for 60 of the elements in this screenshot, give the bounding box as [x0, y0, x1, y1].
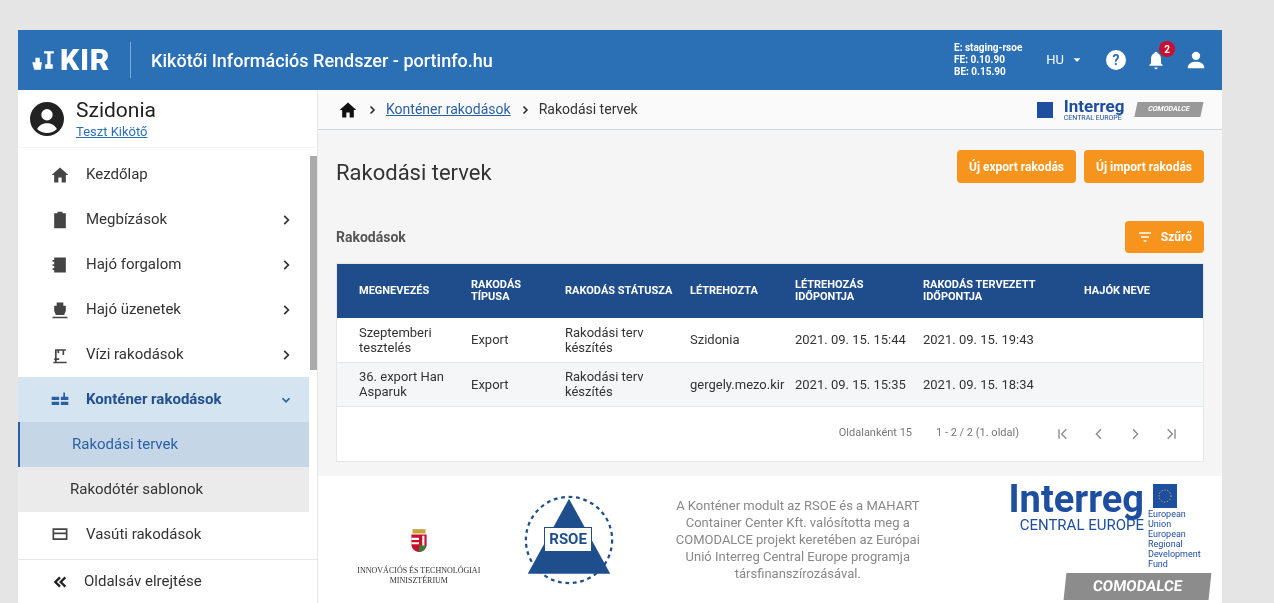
bell-icon: [1146, 50, 1166, 70]
environment-info: E: staging-rsoe: [954, 42, 1023, 54]
table-cell: Szidonia: [690, 332, 740, 348]
column-header[interactable]: RAKODÁS TERVEZETT IDŐPONTJA: [923, 264, 1084, 318]
sidebar-item[interactable]: Hajó forgalom: [18, 242, 309, 287]
ministry-name: INNOVÁCIÓS ÉS TECHNOLÓGIAI MINISZTÉRIUM: [356, 565, 482, 586]
partner-logo-name: Interreg: [1063, 97, 1125, 115]
help-button[interactable]: ?: [1106, 50, 1126, 70]
table-cell: 2021. 09. 15. 18:34: [923, 376, 1034, 392]
column-header[interactable]: LÉTREHOZTA: [690, 264, 795, 318]
table-cell: 36. export Han Asparuk: [359, 369, 445, 399]
filter-icon: [1136, 229, 1153, 245]
table-cell: Szeptemberi tesztelés: [359, 324, 432, 355]
sidebar-item[interactable]: Hajó üzenetek: [18, 287, 309, 332]
column-header[interactable]: MEGNEVEZÉS: [337, 264, 471, 318]
table-cell: Export: [471, 376, 509, 392]
table-cell: 2021. 09. 15. 15:44: [795, 332, 906, 348]
breadcrumb-link[interactable]: Konténer rakodások: [386, 99, 511, 120]
person-icon: [1186, 50, 1206, 70]
table-cell: 2021. 09. 15. 19:43: [923, 332, 1034, 348]
app-logo: KIR: [60, 45, 111, 75]
table-cell: 2021. 09. 15. 15:35: [795, 376, 906, 392]
page-title: Rakodási tervek: [336, 159, 493, 187]
environment-info: FE: 0.10.90: [954, 54, 1006, 66]
section-title: Rakodások: [336, 227, 407, 247]
sidebar-item[interactable]: Vízi rakodások: [18, 332, 309, 377]
user-name: Szidonia: [76, 97, 156, 124]
column-header[interactable]: RAKODÁS STÁTUSZA: [565, 264, 690, 318]
sidebar-subitem[interactable]: Rakodási tervek: [18, 422, 309, 467]
scrollbar[interactable]: [310, 156, 317, 370]
table-cell: Rakodási terv készítés: [565, 324, 644, 355]
notifications-button[interactable]: [1146, 50, 1166, 70]
rsoe-logo: RSOE: [523, 494, 613, 585]
page-range: 1 - 2 / 2 (1. oldal): [936, 425, 1019, 442]
environment-info: BE: 0.15.90: [954, 66, 1007, 78]
table-cell: Export: [471, 332, 509, 348]
breadcrumb-current: Rakodási tervek: [538, 100, 638, 119]
table-cell: gergely.mezo.kir: [690, 376, 785, 392]
footer-text: A Konténer modult az RSOE és a MAHART Container Center Kft. valósította meg a COMODALCE projekt keretében az Európai Unió Interreg Central Europe programja társfinanszírozásával.: [674, 497, 921, 582]
project-badge: COMODALCE: [1063, 572, 1212, 600]
sidebar-item[interactable]: Konténer rakodások: [18, 377, 309, 422]
column-header[interactable]: HAJÓK NEVE: [1084, 264, 1203, 318]
account-button[interactable]: [1186, 50, 1206, 70]
avatar-icon: [30, 101, 64, 136]
sidebar-item[interactable]: Vasúti rakodások: [18, 512, 309, 557]
table-cell: Rakodási terv készítés: [565, 369, 644, 399]
eu-fund-text: European Union European Regional Development Fund: [1148, 508, 1202, 569]
collapse-sidebar-button[interactable]: Oldalsáv elrejtése: [18, 559, 317, 603]
sidebar-subitem[interactable]: Rakodótér sablonok: [18, 467, 309, 512]
caret-icon: [1072, 55, 1082, 65]
notification-badge: 2: [1159, 41, 1175, 57]
language-select[interactable]: HU: [1046, 50, 1082, 70]
column-header[interactable]: RAKODÁS TÍPUSA: [471, 264, 565, 318]
interreg-logo: Interreg: [1008, 479, 1144, 518]
sidebar-item[interactable]: Megbízások: [18, 197, 309, 242]
sidebar-item[interactable]: Kezdőlap: [18, 152, 309, 197]
column-header[interactable]: LÉTREHOZÁS IDŐPONTJA: [795, 264, 923, 318]
port-link[interactable]: Teszt Kikötő: [76, 123, 156, 140]
rows-per-page: Oldalanként 15: [838, 425, 912, 442]
app-title: Kikötői Információs Rendszer - portinfo.hu: [151, 48, 493, 73]
